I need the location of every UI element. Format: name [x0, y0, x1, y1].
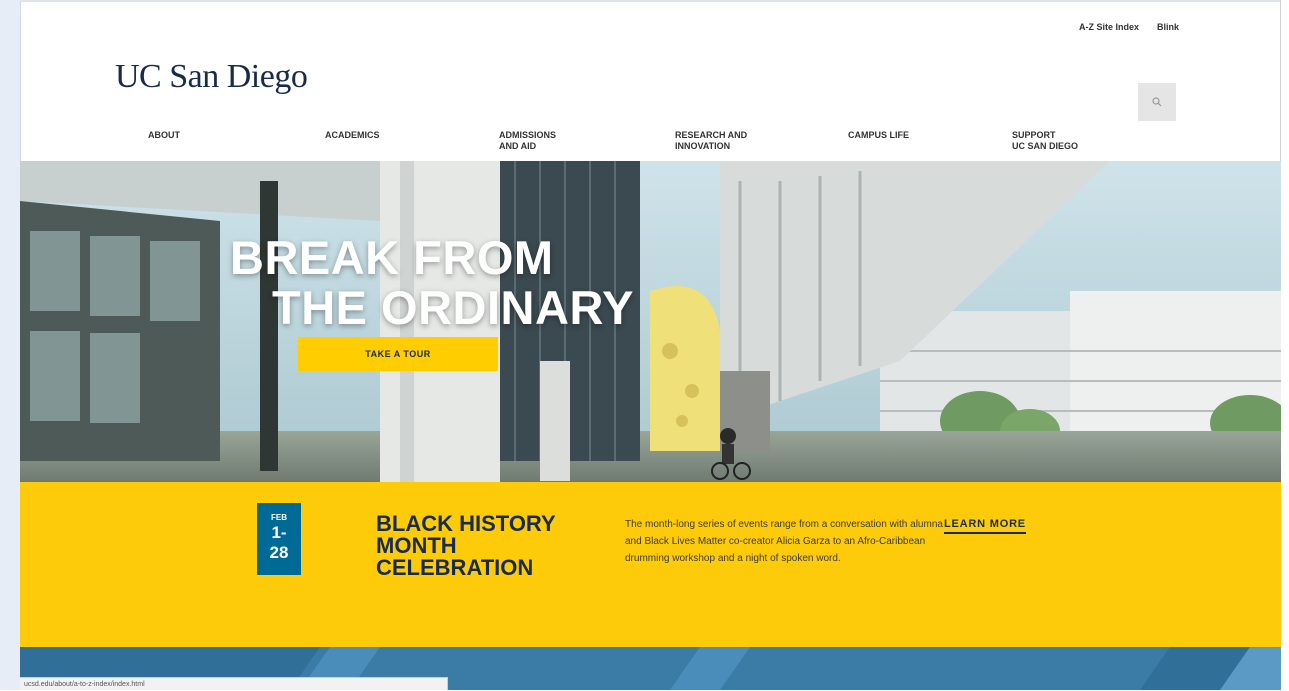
hero-banner: BREAK FROM THE ORDINARY TAKE A TOUR	[20, 161, 1281, 482]
nav-research-label-2: INNOVATION	[675, 141, 731, 151]
event-title-line1: BLACK HISTORY	[376, 511, 556, 536]
event-title-line2: MONTH	[376, 533, 457, 558]
status-bar-url: ucsd.edu/about/a-to-z-index/index.html	[20, 677, 448, 690]
event-title: BLACK HISTORY MONTH CELEBRATION	[376, 513, 556, 579]
nav-support-label-2: UC SAN DIEGO	[1012, 141, 1079, 151]
site-index-link[interactable]: A-Z Site Index	[1079, 22, 1139, 32]
search-icon	[1152, 97, 1162, 107]
hero-campus-image	[20, 161, 1281, 482]
event-banner: FEB 1- 28 BLACK HISTORY MONTH CELEBRATIO…	[20, 482, 1281, 647]
nav-academics-label: ACADEMICS	[325, 130, 380, 140]
event-date-badge: FEB 1- 28	[257, 503, 301, 575]
take-a-tour-button[interactable]: TAKE A TOUR	[298, 337, 498, 371]
event-month: FEB	[271, 513, 287, 522]
nav-campus-life[interactable]: CAMPUS LIFE	[848, 130, 909, 141]
browser-frame-top	[20, 0, 1281, 2]
nav-research[interactable]: RESEARCH AND INNOVATION	[675, 130, 747, 152]
nav-support[interactable]: SUPPORT UC SAN DIEGO	[1012, 130, 1078, 152]
hero-title-line2: THE ORDINARY	[272, 281, 634, 334]
blink-link[interactable]: Blink	[1157, 22, 1179, 32]
event-day-start: 1-	[271, 523, 287, 542]
nav-admissions-label-1: ADMISSIONS	[499, 130, 557, 140]
main-nav: ABOUT ACADEMICS ADMISSIONS AND AID RESEA…	[0, 130, 1289, 160]
nav-support-label-1: SUPPORT	[1012, 130, 1056, 140]
browser-frame-left	[0, 0, 21, 690]
event-description: The month-long series of events range fr…	[625, 519, 943, 564]
event-day-end: 28	[269, 543, 289, 562]
event-title-line3: CELEBRATION	[376, 555, 534, 580]
browser-frame-right	[1280, 0, 1289, 690]
nav-admissions-label-2: AND AID	[499, 141, 537, 151]
nav-campus-label: CAMPUS LIFE	[848, 130, 910, 140]
hero-title-line1: BREAK FROM	[230, 231, 554, 284]
nav-research-label-1: RESEARCH AND	[675, 130, 748, 140]
nav-admissions[interactable]: ADMISSIONS AND AID	[499, 130, 556, 152]
nav-academics[interactable]: ACADEMICS	[325, 130, 380, 141]
search-button[interactable]	[1138, 83, 1176, 121]
ucsd-logo[interactable]: UC San Diego	[115, 58, 308, 96]
hero-title: BREAK FROM THE ORDINARY	[230, 233, 634, 333]
utility-nav: A-Z Site Index Blink	[1079, 22, 1179, 32]
nav-about-label: ABOUT	[148, 130, 180, 140]
learn-more-link[interactable]: LEARN MORE	[944, 518, 1026, 534]
nav-about[interactable]: ABOUT	[148, 130, 180, 141]
